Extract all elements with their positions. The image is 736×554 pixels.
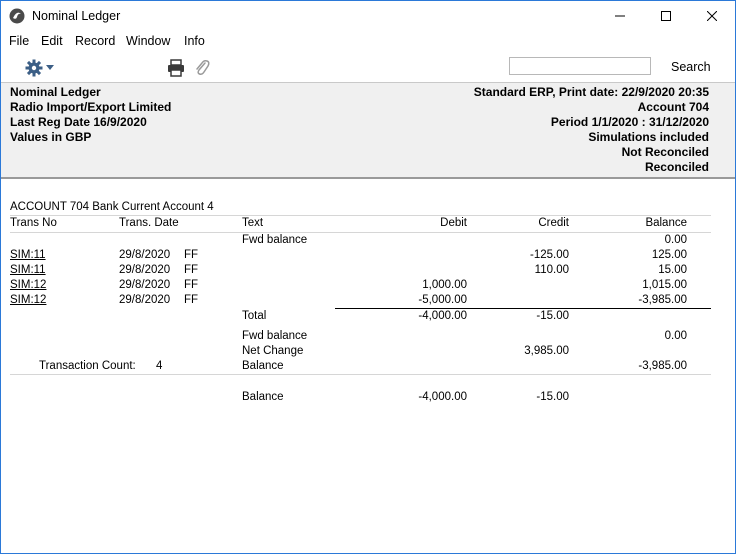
trans-no-link[interactable]: SIM:11	[10, 249, 46, 261]
summary-balance-label: Balance	[242, 360, 284, 372]
col-debit: Debit	[440, 217, 467, 229]
grand-debit: -4,000.00	[418, 391, 467, 403]
menu-info[interactable]: Info	[184, 34, 205, 48]
col-credit: Credit	[538, 217, 569, 229]
minimize-icon	[615, 15, 625, 17]
paperclip-icon	[196, 60, 210, 75]
credit-cell: -125.00	[529, 249, 569, 261]
menu-bar: File Edit Record Window Info	[1, 31, 735, 52]
trans-no-link[interactable]: SIM:12	[10, 279, 46, 291]
balance-cell: 1,015.00	[642, 279, 687, 291]
trans-code: FF	[184, 279, 199, 291]
toolbar: Search	[1, 52, 735, 83]
net-change-label: Net Change	[242, 345, 304, 357]
operations-menu-button[interactable]	[25, 58, 57, 78]
total-rule	[335, 308, 711, 309]
debit-cell: 1,000.00	[422, 279, 467, 291]
total-debit: -4,000.00	[418, 310, 467, 322]
grand-credit: -15.00	[536, 391, 569, 403]
net-change-credit: 3,985.00	[524, 345, 569, 357]
menu-record[interactable]: Record	[75, 34, 115, 48]
divider	[10, 232, 711, 233]
report-name: Nominal Ledger	[10, 85, 101, 99]
fwd-balance-label: Fwd balance	[242, 234, 308, 246]
printer-icon	[168, 59, 184, 77]
total-label: Total	[242, 310, 267, 322]
summary-fwd-label: Fwd balance	[242, 330, 308, 342]
fwd-balance-value: 0.00	[664, 234, 687, 246]
close-icon	[707, 11, 717, 21]
trans-no-link[interactable]: SIM:11	[10, 264, 46, 276]
debit-cell: -5,000.00	[418, 294, 467, 306]
divider	[10, 215, 711, 216]
nominal-ledger-window: Nominal Ledger File Edit Record Window I…	[0, 0, 736, 554]
print-date: Standard ERP, Print date: 22/9/2020 20:3…	[473, 85, 709, 99]
col-trans-date: Trans. Date	[119, 217, 179, 229]
print-button[interactable]	[167, 59, 185, 77]
grand-balance-label: Balance	[242, 391, 284, 403]
summary-fwd-balance: 0.00	[664, 330, 687, 342]
close-button[interactable]	[689, 1, 735, 31]
divider	[10, 374, 711, 375]
trans-code: FF	[184, 294, 199, 306]
menu-edit[interactable]: Edit	[41, 34, 63, 48]
search-input[interactable]	[509, 57, 651, 75]
company-name: Radio Import/Export Limited	[10, 100, 172, 114]
simulations-note: Simulations included	[588, 130, 709, 144]
balance-cell: 15.00	[658, 264, 687, 276]
total-credit: -15.00	[536, 310, 569, 322]
chevron-down-icon	[46, 65, 54, 70]
trans-code: FF	[184, 264, 199, 276]
minimize-button[interactable]	[597, 1, 643, 31]
trans-date: 29/8/2020	[119, 264, 171, 276]
trans-date: 29/8/2020	[119, 279, 171, 291]
trans-date: 29/8/2020	[119, 294, 171, 306]
gear-icon	[25, 59, 43, 77]
trans-date: 29/8/2020	[119, 249, 171, 261]
balance-cell: -3,985.00	[638, 294, 687, 306]
menu-file[interactable]: File	[9, 34, 29, 48]
account-spec: Account 704	[637, 100, 709, 114]
reconciled-note: Reconciled	[644, 160, 709, 174]
credit-cell: 110.00	[534, 264, 569, 276]
search-button[interactable]: Search	[671, 60, 711, 74]
balance-cell: 125.00	[651, 249, 687, 261]
menu-window[interactable]: Window	[126, 34, 170, 48]
transaction-count: 4	[156, 360, 163, 372]
report-header: Nominal Ledger Radio Import/Export Limit…	[1, 83, 735, 179]
col-trans-no: Trans No	[10, 217, 57, 229]
currency-note: Values in GBP	[10, 130, 92, 144]
app-icon	[9, 8, 25, 24]
maximize-icon	[661, 11, 671, 21]
trans-no-link[interactable]: SIM:12	[10, 294, 46, 306]
transaction-count-label: Transaction Count:	[39, 360, 136, 372]
report-body: ACCOUNT 704 Bank Current Account 4 Trans…	[1, 181, 735, 553]
last-reg-date: Last Reg Date 16/9/2020	[10, 115, 147, 129]
col-text: Text	[242, 217, 264, 229]
period-spec: Period 1/1/2020 : 31/12/2020	[550, 115, 709, 129]
window-title: Nominal Ledger	[32, 9, 121, 23]
summary-balance: -3,985.00	[638, 360, 687, 372]
title-bar: Nominal Ledger	[1, 1, 735, 31]
col-balance: Balance	[645, 217, 687, 229]
trans-code: FF	[184, 249, 199, 261]
not-reconciled-note: Not Reconciled	[621, 145, 709, 159]
attach-button[interactable]	[193, 58, 211, 78]
account-title: ACCOUNT 704 Bank Current Account 4	[10, 201, 214, 213]
maximize-button[interactable]	[643, 1, 689, 31]
